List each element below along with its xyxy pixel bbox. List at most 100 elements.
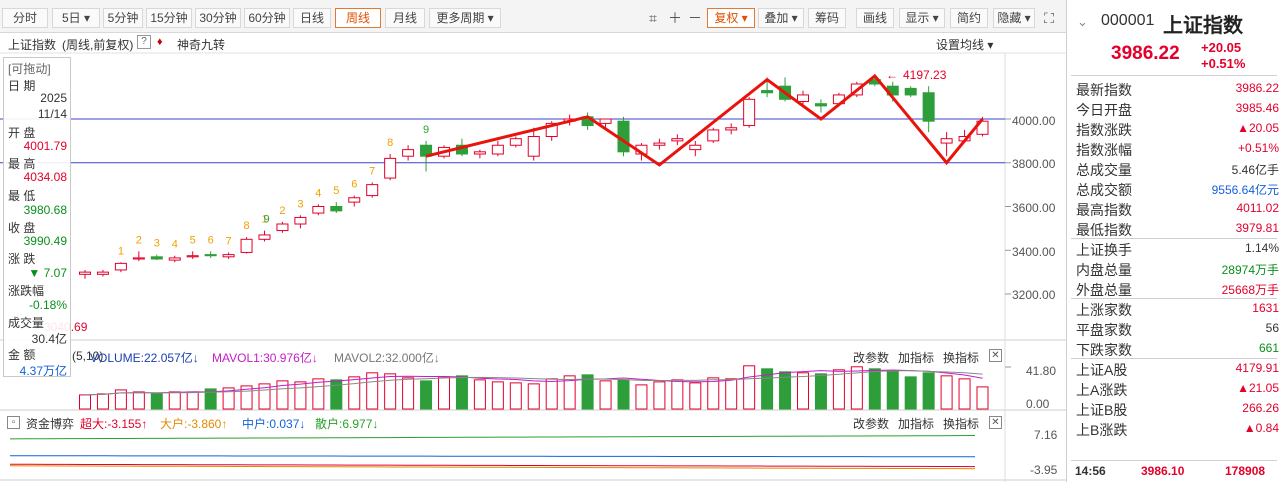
candle-body xyxy=(653,142,666,146)
quote-row-label: 上A涨跌 xyxy=(1076,382,1128,398)
candle-body xyxy=(150,256,163,260)
quote-row: 指数涨幅 +0.51% xyxy=(1067,138,1280,158)
candle-body xyxy=(761,90,774,94)
vol-value: VOLUME:22.057亿↓ xyxy=(90,351,199,365)
volume-bar xyxy=(743,365,756,410)
volume-bar xyxy=(491,381,504,410)
change-label: 涨 跌 xyxy=(8,252,36,266)
vol-edit-params-button[interactable]: 改参数 xyxy=(853,349,889,366)
volume-bar xyxy=(689,382,702,410)
crosshair-info-panel[interactable]: [可拖动] 日 期 2025 11/14 开 盘 4001.79 最 高 403… xyxy=(3,57,71,378)
change-pct-value: -0.18% xyxy=(28,298,67,312)
vol-axis-zero: 0.00 xyxy=(1026,397,1050,411)
fund-collapse-icon[interactable]: ▫ xyxy=(7,416,20,429)
volume-bar xyxy=(420,380,433,410)
quote-row-value: 1.14% xyxy=(1244,241,1279,255)
fund-add-indicator-button[interactable]: 加指标 xyxy=(898,415,934,432)
fund-edit-params-button[interactable]: 改参数 xyxy=(853,415,889,432)
quote-row: 外盘总量 25668万手 xyxy=(1067,278,1280,298)
quote-row-value: 266.26 xyxy=(1242,401,1279,415)
quote-row: 最低指数 3979.81 xyxy=(1067,218,1280,238)
candle-body xyxy=(689,144,702,151)
quote-row-value: 9556.64亿元 xyxy=(1211,183,1279,197)
nine-turn-nine: 9 xyxy=(263,214,269,226)
expand-icon[interactable]: ⌄ xyxy=(1077,14,1088,30)
tick-time: 14:56 xyxy=(1075,464,1106,478)
quote-row-label: 最低指数 xyxy=(1076,222,1132,238)
candle-body xyxy=(402,149,415,157)
volume-bar xyxy=(653,381,666,410)
quote-row-value: 5.46亿手 xyxy=(1231,163,1279,177)
volume-bar xyxy=(312,378,325,410)
divider xyxy=(1071,238,1277,239)
vol-close-icon[interactable]: ✕ xyxy=(989,349,1002,362)
candle-body xyxy=(797,94,809,102)
mid-line xyxy=(9,455,976,458)
volume-bar xyxy=(725,378,738,410)
quote-row-label: 指数涨幅 xyxy=(1076,142,1132,158)
nine-turn-count: 6 xyxy=(351,179,357,191)
trend-zigzag xyxy=(425,73,984,167)
candle-body xyxy=(96,271,109,275)
candle-body xyxy=(904,87,917,96)
volume-bar xyxy=(886,370,899,410)
volume-bar xyxy=(671,379,684,410)
quote-row-label: 平盘家数 xyxy=(1076,322,1132,338)
candle-body xyxy=(473,151,486,155)
divider xyxy=(1071,298,1277,299)
candle-body xyxy=(79,271,91,275)
nine-turn-count: 5 xyxy=(333,185,339,197)
quote-row-value: 1631 xyxy=(1252,301,1279,315)
volume-bar xyxy=(527,383,540,410)
quote-row: 下跌家数 661 xyxy=(1067,338,1280,358)
quote-row-value: ▲0.84 xyxy=(1243,421,1279,435)
nine-turn-count: 2 xyxy=(136,234,142,246)
divider xyxy=(1071,460,1277,461)
quote-row-value: 3979.81 xyxy=(1235,221,1279,235)
quote-row-value: 25668万手 xyxy=(1221,283,1279,297)
candle-body xyxy=(168,257,181,261)
price-tick: 3200.00 xyxy=(1012,288,1056,302)
volume-bar xyxy=(438,376,450,410)
quote-row: 上证A股 4179.91 xyxy=(1067,358,1280,378)
vol-add-indicator-button[interactable]: 加指标 xyxy=(898,349,934,366)
quote-row: 上A涨跌 ▲21.05 xyxy=(1067,378,1280,398)
volume-bar xyxy=(904,376,917,410)
candle-body xyxy=(204,254,217,257)
candle-body xyxy=(491,144,504,155)
nine-turn-nine: 9 xyxy=(423,124,429,136)
volume-bar xyxy=(402,377,415,410)
volume-bars xyxy=(79,365,1011,410)
drag-hint[interactable]: [可拖动] xyxy=(8,60,51,77)
volume-bar xyxy=(599,380,612,410)
candle-body xyxy=(114,262,127,271)
nine-turn-count: 1 xyxy=(118,245,124,257)
volume-bar xyxy=(707,377,720,410)
nine-turn-count: 7 xyxy=(369,165,375,177)
low-value: 3980.68 xyxy=(23,203,67,217)
quote-row-value: 661 xyxy=(1258,341,1279,355)
candle-body xyxy=(222,254,235,258)
candle-body xyxy=(132,257,145,260)
quote-row-label: 总成交量 xyxy=(1076,162,1132,178)
nine-turn-count: 3 xyxy=(297,198,303,210)
amount-label: 金 额 xyxy=(8,348,36,362)
divider xyxy=(1071,358,1277,359)
nine-turn-count: 6 xyxy=(208,234,214,246)
support-resistance-lines xyxy=(0,118,1005,164)
fund-close-icon[interactable]: ✕ xyxy=(989,416,1002,429)
index-code: 000001 xyxy=(1101,12,1155,29)
vol-swap-indicator-button[interactable]: 换指标 xyxy=(943,349,979,366)
quote-row-label: 上证B股 xyxy=(1076,402,1128,418)
date-label: 日 期 xyxy=(8,79,36,93)
quote-row: 最新指数 3986.22 xyxy=(1067,78,1280,98)
candle-body xyxy=(671,138,684,142)
quote-row-value: ▲21.05 xyxy=(1237,381,1279,395)
high-value: 4034.08 xyxy=(23,170,67,184)
volume-bar xyxy=(940,375,953,410)
low-label: 最 低 xyxy=(8,189,36,203)
fund-swap-indicator-button[interactable]: 换指标 xyxy=(943,415,979,432)
volume-bar xyxy=(79,394,91,410)
candle-body xyxy=(294,216,307,225)
quote-row-label: 内盘总量 xyxy=(1076,262,1132,278)
